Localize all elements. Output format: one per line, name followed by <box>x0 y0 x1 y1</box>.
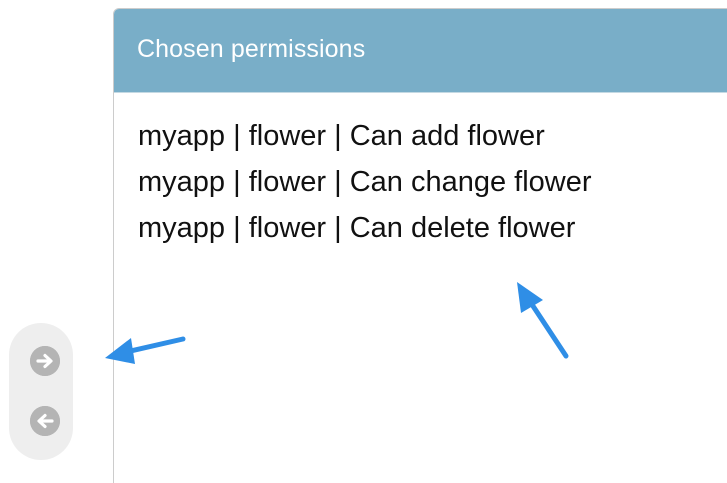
selector-move-controls <box>9 323 73 460</box>
list-item[interactable]: myapp | flower | Can change flower <box>138 159 727 205</box>
chosen-permissions-header: Chosen permissions <box>114 9 727 93</box>
chosen-permissions-list[interactable]: myapp | flower | Can add flower myapp | … <box>114 93 727 251</box>
list-item[interactable]: myapp | flower | Can delete flower <box>138 205 727 251</box>
arrow-right-circle-icon <box>30 346 60 376</box>
chosen-permissions-panel: Chosen permissions myapp | flower | Can … <box>113 8 727 483</box>
chosen-permissions-title: Chosen permissions <box>137 35 366 63</box>
permissions-selector: Chosen permissions myapp | flower | Can … <box>0 0 727 483</box>
arrow-left-circle-icon <box>30 406 60 436</box>
list-item[interactable]: myapp | flower | Can add flower <box>138 113 727 159</box>
choose-permission-button[interactable] <box>30 346 60 376</box>
remove-permission-button[interactable] <box>30 406 60 436</box>
